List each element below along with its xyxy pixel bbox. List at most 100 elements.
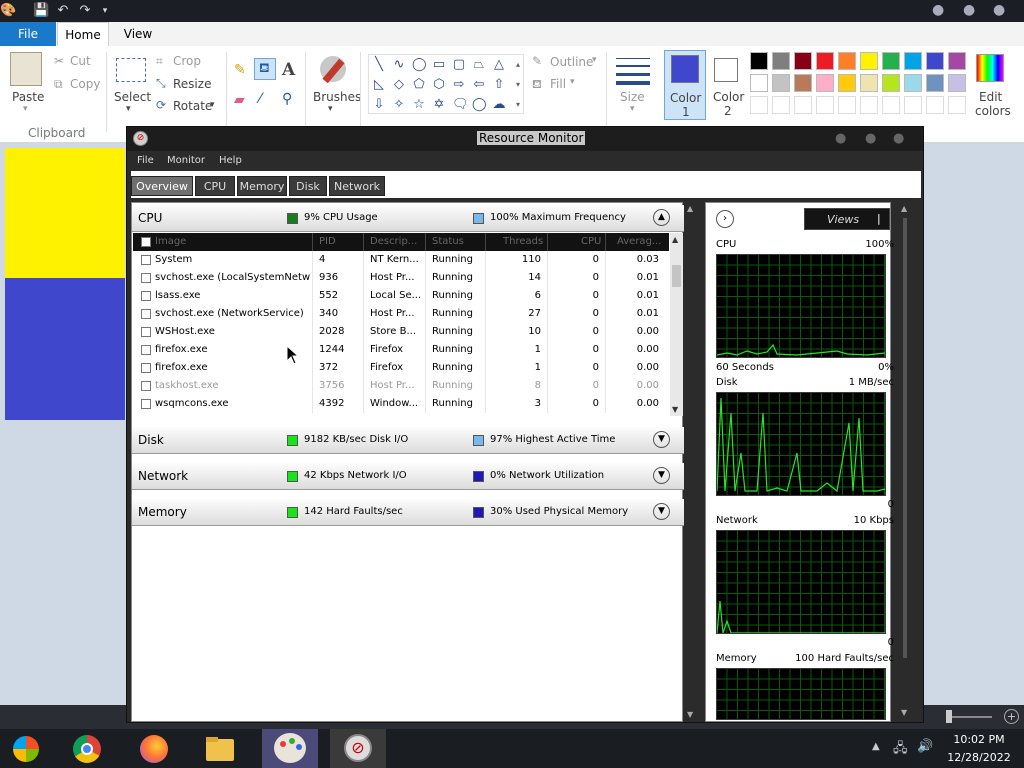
palette-swatch[interactable] [948, 52, 966, 70]
select-dropdown-icon[interactable]: ▾ [126, 104, 131, 114]
row-checkbox[interactable] [141, 345, 151, 355]
polygon-shape-icon[interactable]: ⏢ [472, 58, 486, 72]
cpu-collapse-icon[interactable]: ▲ [653, 209, 670, 226]
resource-monitor-taskbar-button[interactable]: ⊘ [330, 729, 386, 768]
palette-swatch[interactable] [750, 52, 768, 70]
scroll-down-icon[interactable]: ▼ [901, 708, 907, 717]
five-point-star-shape-icon[interactable]: ☆ [412, 98, 426, 112]
eraser-icon[interactable]: ▰ [234, 92, 245, 108]
close-icon[interactable]: ● [993, 2, 1005, 18]
outline-button[interactable]: Outline [550, 55, 593, 69]
left-arrow-shape-icon[interactable]: ⇦ [472, 78, 486, 92]
outline-icon[interactable]: ✎ [532, 54, 542, 68]
cpu-section-header[interactable]: CPU 9% CPU Usage 100% Maximum Frequency … [132, 205, 684, 232]
shapes-scroll-up-icon[interactable]: ▴ [511, 58, 525, 72]
right-triangle-shape-icon[interactable]: ◺ [372, 78, 386, 92]
outline-dropdown-icon[interactable]: ▾ [592, 55, 597, 65]
palette-swatch[interactable] [860, 74, 878, 92]
undo-icon[interactable]: ↶ [55, 3, 71, 19]
palette-custom-swatch[interactable] [882, 96, 900, 114]
fill-button[interactable]: Fill [550, 77, 566, 91]
disk-expand-icon[interactable]: ▼ [653, 431, 670, 448]
text-tool-icon[interactable]: A [282, 60, 295, 80]
rm-tab-memory[interactable]: Memory [237, 176, 287, 196]
select-icon[interactable] [116, 58, 146, 82]
clock-date[interactable]: 12/28/2022 [940, 751, 1018, 764]
network-tray-icon[interactable]: 🖧 [893, 739, 908, 761]
memory-expand-icon[interactable]: ▼ [653, 503, 670, 520]
pane-splitter-scrollbar[interactable]: ▲ ▼ [684, 202, 698, 722]
scroll-up-icon[interactable]: ▲ [687, 204, 693, 213]
edit-colors-line1[interactable]: Edit [979, 90, 1002, 104]
paste-dropdown-icon[interactable]: ▾ [23, 104, 28, 114]
palette-swatch[interactable] [904, 74, 922, 92]
col-image[interactable]: Image [155, 236, 186, 247]
fill-dropdown-icon[interactable]: ▾ [570, 77, 575, 87]
down-arrow-shape-icon[interactable]: ⇩ [372, 98, 386, 112]
maximize-icon[interactable]: ● [963, 2, 975, 18]
table-row[interactable]: taskhost.exe 3756 Host Pr... Running 8 0 0.00 [133, 377, 669, 395]
palette-custom-swatch[interactable] [794, 96, 812, 114]
diamond-shape-icon[interactable]: ◇ [392, 78, 406, 92]
edit-colors-line2[interactable]: colors [975, 104, 1011, 118]
table-row[interactable]: firefox.exe 372 Firefox Running 1 0 0.00 [133, 359, 669, 377]
customize-qat-icon[interactable]: ▾ [97, 3, 113, 19]
menu-monitor[interactable]: Monitor [167, 155, 205, 166]
volume-tray-icon[interactable]: 🔊 [917, 739, 933, 754]
row-checkbox[interactable] [141, 255, 151, 265]
row-checkbox[interactable] [141, 381, 151, 391]
file-explorer-icon[interactable] [204, 733, 236, 765]
col-threads[interactable]: Threads [503, 236, 543, 247]
cloud-callout-shape-icon[interactable]: ☁ [492, 98, 506, 112]
palette-swatch[interactable] [794, 74, 812, 92]
palette-swatch[interactable] [750, 74, 768, 92]
pentagon-shape-icon[interactable]: ⬠ [412, 78, 426, 92]
magnifier-icon[interactable]: ⚲ [282, 91, 292, 107]
row-checkbox[interactable] [141, 399, 151, 409]
palette-swatch[interactable] [860, 52, 878, 70]
palette-swatch[interactable] [882, 52, 900, 70]
hexagon-shape-icon[interactable]: ⬡ [432, 78, 446, 92]
rm-tab-overview[interactable]: Overview [131, 176, 193, 196]
palette-swatch[interactable] [772, 52, 790, 70]
copy-button[interactable]: Copy [70, 77, 100, 91]
chrome-icon[interactable] [71, 733, 103, 765]
palette-custom-swatch[interactable] [816, 96, 834, 114]
col-description[interactable]: Descrip... [370, 236, 417, 247]
palette-custom-swatch[interactable] [948, 96, 966, 114]
size-button[interactable]: Size [620, 90, 645, 104]
brushes-icon[interactable] [316, 52, 348, 86]
graphs-scrollbar[interactable]: ▲ ▼ [893, 202, 921, 722]
shapes-scroll-down-icon[interactable]: ▾ [511, 78, 525, 92]
network-expand-icon[interactable]: ▼ [653, 467, 670, 484]
minimize-icon[interactable]: ● [932, 2, 944, 18]
rotate-icon[interactable]: ⟳ [156, 98, 166, 112]
expand-graphs-icon[interactable]: › [716, 210, 734, 228]
table-row[interactable]: WSHost.exe 2028 Store B... Running 10 0 0.00 [133, 323, 669, 341]
rotate-button[interactable]: Rotate [173, 99, 212, 113]
palette-swatch[interactable] [838, 74, 856, 92]
paste-icon[interactable] [10, 52, 42, 86]
crop-icon[interactable]: ⌗ [156, 54, 163, 69]
row-checkbox[interactable] [141, 309, 151, 319]
callout-oval-shape-icon[interactable]: ◯ [472, 98, 487, 112]
curve-shape-icon[interactable]: ∿ [392, 58, 406, 72]
palette-swatch[interactable] [882, 74, 900, 92]
tab-file[interactable]: File [0, 22, 56, 46]
rm-tab-network[interactable]: Network [329, 176, 385, 196]
shapes-expand-icon[interactable]: ▾ [511, 98, 525, 112]
table-row[interactable]: System 4 NT Kern... Running 110 0 0.03 [133, 251, 669, 269]
up-arrow-shape-icon[interactable]: ⇧ [492, 78, 506, 92]
four-point-star-shape-icon[interactable]: ✧ [392, 98, 406, 112]
redo-icon[interactable]: ↷ [77, 3, 93, 19]
table-row[interactable]: lsass.exe 552 Local Se... Running 6 0 0.01 [133, 287, 669, 305]
cut-button[interactable]: Cut [70, 54, 91, 68]
start-button-icon[interactable] [10, 733, 42, 765]
size-icon[interactable] [616, 56, 650, 86]
rm-tab-disk[interactable]: Disk [289, 176, 327, 196]
memory-section-header[interactable]: Memory 142 Hard Faults/sec 30% Used Phys… [132, 499, 684, 526]
brushes-dropdown-icon[interactable]: ▾ [328, 104, 333, 114]
edit-colors-icon[interactable] [976, 54, 1004, 82]
row-checkbox[interactable] [141, 273, 151, 283]
row-checkbox[interactable] [141, 291, 151, 301]
